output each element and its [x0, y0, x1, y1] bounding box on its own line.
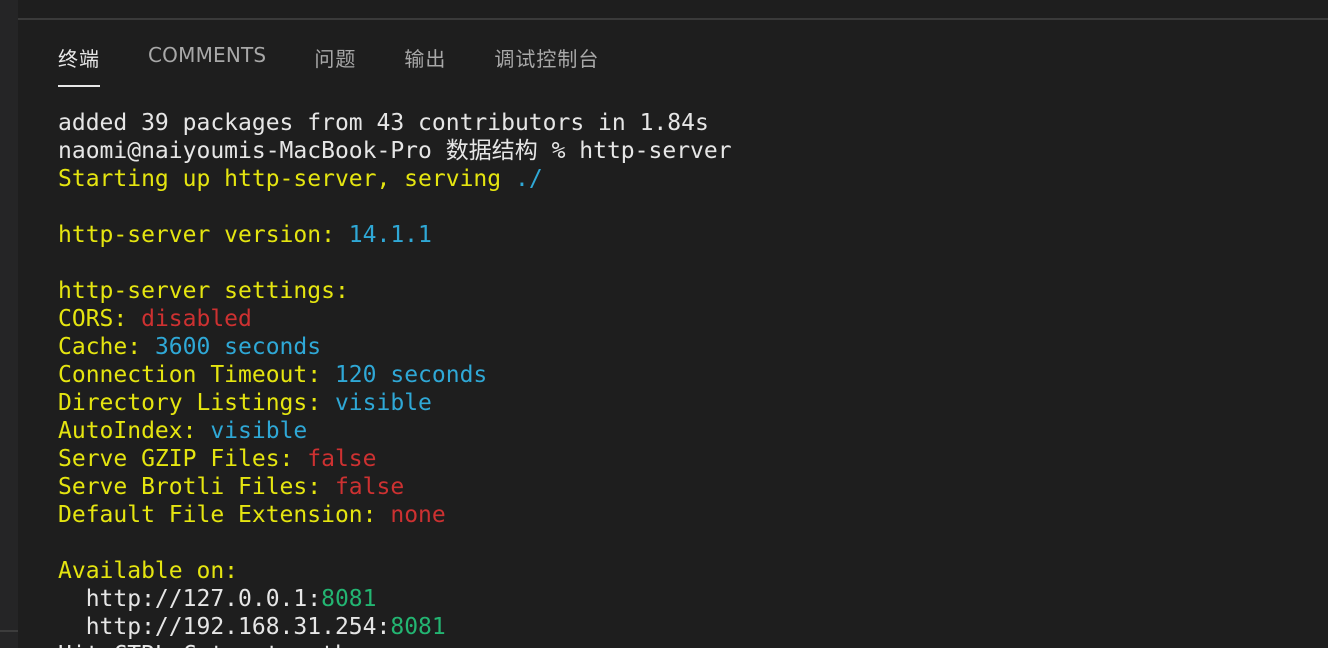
- panel-tabbar: 终端 COMMENTS 问题 输出 调试控制台: [58, 40, 647, 90]
- terminal-text-segment: 3600 seconds: [154, 334, 322, 360]
- terminal-text-segment: visible: [334, 390, 432, 416]
- terminal-line: Connection Timeout: 120 seconds: [58, 361, 732, 389]
- terminal-line: http-server settings:: [58, 277, 732, 305]
- terminal-line: Directory Listings: visible: [58, 389, 732, 417]
- terminal-text-segment: 8081: [390, 614, 446, 640]
- terminal-output[interactable]: added 39 packages from 43 contributors i…: [58, 109, 732, 648]
- terminal-text-segment: false: [307, 446, 377, 472]
- tab-output[interactable]: 输出: [404, 40, 446, 87]
- terminal-text-segment: Default File Extension:: [58, 502, 391, 528]
- terminal-line: Serve Brotli Files: false: [58, 473, 732, 501]
- tab-debug-console[interactable]: 调试控制台: [494, 40, 599, 87]
- terminal-line: http://127.0.0.1:8081: [58, 585, 732, 613]
- terminal-line: Starting up http-server, serving ./: [58, 165, 732, 193]
- terminal-text-segment: Starting up http-server, serving: [58, 166, 515, 192]
- terminal-line: http-server version: 14.1.1: [58, 221, 732, 249]
- terminal-line: Cache: 3600 seconds: [58, 333, 732, 361]
- terminal-text-segment: ./: [514, 166, 543, 192]
- terminal-text-segment: false: [334, 474, 405, 500]
- terminal-text-segment: http-server settings:: [58, 278, 349, 304]
- terminal-line: CORS: disabled: [58, 305, 732, 333]
- terminal-text-segment: disabled: [141, 306, 252, 332]
- terminal-text-segment: naomi@naiyoumis-MacBook-Pro 数据结构 % http-…: [58, 138, 732, 164]
- tab-terminal[interactable]: 终端: [58, 40, 100, 87]
- tab-comments[interactable]: COMMENTS: [148, 40, 266, 87]
- terminal-text-segment: Directory Listings:: [58, 390, 335, 416]
- terminal-line: Default File Extension: none: [58, 501, 732, 529]
- terminal-line: naomi@naiyoumis-MacBook-Pro 数据结构 % http-…: [58, 137, 732, 165]
- terminal-text-segment: 8081: [321, 586, 377, 612]
- terminal-line: Available on:: [58, 557, 732, 585]
- bottom-panel: 终端 COMMENTS 问题 输出 调试控制台 added 39 package…: [18, 20, 1328, 648]
- activity-bar-divider: [0, 630, 18, 632]
- terminal-text-segment: CORS:: [58, 306, 142, 332]
- terminal-text-segment: added 39 packages from 43 contributors i…: [58, 110, 709, 136]
- terminal-text-segment: Serve Brotli Files:: [58, 474, 335, 500]
- vscode-window: 终端 COMMENTS 问题 输出 调试控制台 added 39 package…: [0, 0, 1328, 648]
- terminal-text-segment: http-server version:: [58, 222, 349, 248]
- terminal-text-segment: 14.1.1: [348, 222, 432, 248]
- terminal-text-segment: Serve GZIP Files:: [58, 446, 308, 472]
- terminal-text-segment: http://192.168.31.254:: [58, 614, 391, 640]
- terminal-text-segment: AutoIndex:: [58, 418, 211, 444]
- tab-problems[interactable]: 问题: [314, 40, 356, 87]
- activity-bar-edge: [0, 0, 18, 648]
- terminal-text-segment: Available on:: [58, 558, 239, 584]
- terminal-text-segment: 120 seconds: [334, 362, 488, 388]
- terminal-line: Hit CTRL-C to stop the server: [58, 641, 732, 648]
- terminal-line: http://192.168.31.254:8081: [58, 613, 732, 641]
- terminal-text-segment: Connection Timeout:: [58, 362, 335, 388]
- editor-area-edge: [18, 0, 1328, 20]
- terminal-line: Serve GZIP Files: false: [58, 445, 732, 473]
- terminal-text-segment: visible: [210, 418, 308, 444]
- terminal-text-segment: Hit CTRL-C to stop the server: [58, 642, 460, 648]
- terminal-text-segment: none: [390, 502, 446, 528]
- terminal-text-segment: Cache:: [58, 334, 155, 360]
- terminal-line: added 39 packages from 43 contributors i…: [58, 109, 732, 137]
- terminal-line: AutoIndex: visible: [58, 417, 732, 445]
- terminal-text-segment: http://127.0.0.1:: [58, 586, 322, 612]
